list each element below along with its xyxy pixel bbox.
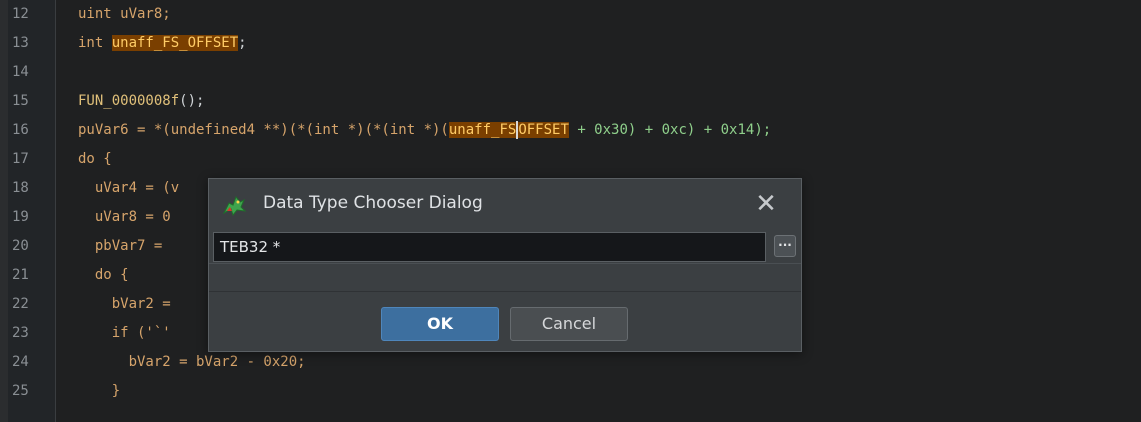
code-text: uint uVar8; [78,6,171,22]
code-text: bVar2 = bVar2 - 0x20; [78,354,306,370]
line-number: 14 [12,64,29,80]
code-line: 14 [12,58,1141,87]
code-line: 24 bVar2 = bVar2 - 0x20; [12,348,1141,377]
line-number: 25 [12,383,29,399]
code-line: 15 FUN_0000008f(); [12,87,1141,116]
left-rail [0,0,8,422]
line-number: 22 [12,296,29,312]
line-number: 23 [12,325,29,341]
code-text: pbVar7 = [78,238,171,254]
line-number: 16 [12,122,29,138]
code-token: + 0x30) + 0xc) + 0x14); [568,122,772,138]
data-type-chooser-dialog: Data Type Chooser Dialog ✕ TEB32 * ··· O… [208,178,802,352]
dialog-title-bar[interactable]: Data Type Chooser Dialog ✕ [209,179,801,231]
data-type-input[interactable]: TEB32 * [213,232,766,262]
cancel-button[interactable]: Cancel [510,307,628,341]
code-text: uVar8 = 0 [78,209,171,225]
function-call[interactable]: FUN_0000008f [78,93,179,109]
code-text: if ('`' [78,325,171,341]
highlighted-token[interactable]: unaff_FS OFFSET [448,121,569,139]
line-number: 24 [12,354,29,370]
line-number: 12 [12,6,29,22]
line-number: 13 [12,35,29,51]
code-text: puVar6 = *(undefined4 **)(*(int *)(*(int… [78,116,771,145]
line-number: 15 [12,93,29,109]
code-token: int [78,35,112,51]
code-token: ; [238,35,247,51]
code-line: 13 int unaff_FS_OFFSET; [12,29,1141,58]
token-part: unaff_FS [448,122,517,138]
code-line: 16 puVar6 = *(undefined4 **)(*(int *)(*(… [12,116,1141,145]
line-number: 18 [12,180,29,196]
code-text: } [78,383,121,399]
close-icon[interactable]: ✕ [751,189,781,219]
code-token: puVar6 = *(undefined4 **)(*(int *)(*(int… [78,122,449,138]
code-line: 12 uint uVar8; [12,0,1141,29]
token-part: OFFSET [518,122,569,138]
dialog-title: Data Type Chooser Dialog [263,193,483,213]
line-number: 20 [12,238,29,254]
code-text: FUN_0000008f(); [78,87,204,116]
code-line: 17 do { [12,145,1141,174]
code-text: uVar4 = (v [78,180,180,196]
code-text: do { [78,151,112,167]
ok-button[interactable]: OK [381,307,499,341]
highlighted-token[interactable]: unaff_FS_OFFSET [111,35,239,51]
browse-button[interactable]: ··· [774,235,796,257]
code-token: (); [179,93,205,109]
divider [209,291,801,292]
code-text: do { [78,267,129,283]
code-text: int unaff_FS_OFFSET; [78,29,247,58]
code-line: 25 } [12,377,1141,406]
ghidra-dragon-icon [221,193,247,217]
line-number: 19 [12,209,29,225]
divider [209,263,801,264]
line-number: 17 [12,151,29,167]
code-text: bVar2 = [78,296,180,312]
line-number: 21 [12,267,29,283]
